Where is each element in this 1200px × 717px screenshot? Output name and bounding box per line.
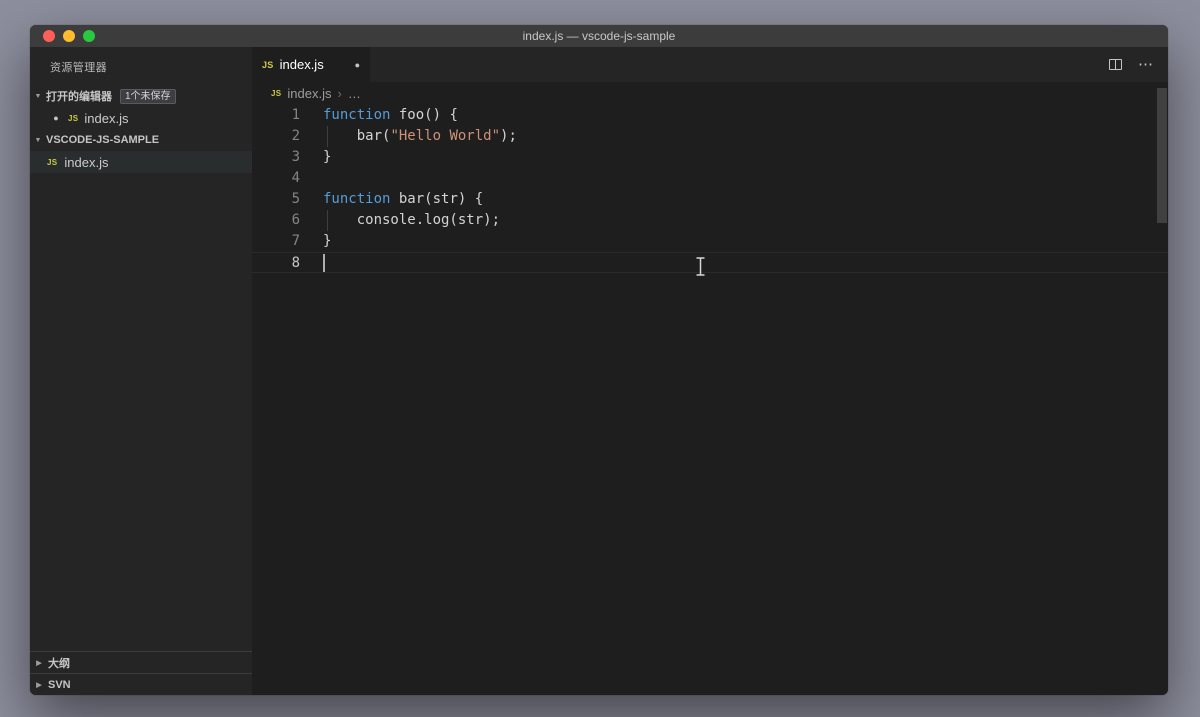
- line-content[interactable]: }: [323, 147, 1168, 168]
- vscode-window: index.js — vscode-js-sample 资源管理器 ▼ 打开的编…: [30, 25, 1168, 695]
- code-editor[interactable]: 1 function foo() {2 bar("Hello World"); 3}…: [252, 104, 1168, 695]
- indent-guide: [327, 210, 328, 231]
- more-actions-icon[interactable]: ⋯: [1138, 57, 1153, 72]
- open-editors-header[interactable]: ▼ 打开的编辑器 1个未保存: [30, 85, 252, 107]
- chevron-right-icon: ▶: [36, 681, 42, 689]
- text-cursor: [323, 254, 325, 272]
- line-number: 4: [291, 170, 300, 186]
- js-file-icon: JS: [47, 157, 58, 167]
- code-line[interactable]: 2 bar("Hello World");: [252, 126, 1168, 147]
- code-line[interactable]: 1 function foo() {: [252, 105, 1168, 126]
- line-number: 1: [291, 107, 300, 123]
- chevron-down-icon: ▼: [34, 136, 42, 144]
- code-token: foo() {: [390, 107, 458, 123]
- vertical-scrollbar[interactable]: [1157, 88, 1167, 223]
- js-file-icon: JS: [271, 88, 282, 98]
- file-item-label: index.js: [64, 154, 109, 170]
- line-content[interactable]: [323, 168, 1168, 189]
- breadcrumb-symbol[interactable]: …: [348, 86, 361, 101]
- svn-panel-label: SVN: [48, 678, 71, 691]
- breadcrumb-file[interactable]: index.js: [287, 86, 331, 101]
- code-line[interactable]: 8: [252, 252, 1168, 273]
- window-title: index.js — vscode-js-sample: [522, 29, 676, 43]
- code-token: );: [500, 128, 517, 144]
- line-content[interactable]: console.log(str);: [323, 210, 1168, 231]
- code-token: }: [323, 233, 332, 249]
- line-content[interactable]: function foo() {: [323, 105, 1168, 126]
- svn-panel-header[interactable]: ▶ SVN: [30, 673, 252, 695]
- close-window-button[interactable]: [43, 30, 55, 42]
- line-number: 2: [291, 128, 300, 144]
- line-number: 7: [291, 233, 300, 249]
- titlebar[interactable]: index.js — vscode-js-sample: [30, 25, 1168, 47]
- chevron-right-icon: ▶: [36, 659, 42, 667]
- sidebar-explorer: 资源管理器 ▼ 打开的编辑器 1个未保存 ● JS index.js ▼ VSC…: [30, 47, 252, 695]
- code-line[interactable]: 5 function bar(str) {: [252, 189, 1168, 210]
- chevron-right-icon: ›: [337, 85, 342, 101]
- tab-bar: JS index.js ● ⋯: [252, 47, 1168, 82]
- editor-group: JS index.js ● ⋯ JS index.js › … 1 functi…: [252, 47, 1168, 695]
- workbench: 资源管理器 ▼ 打开的编辑器 1个未保存 ● JS index.js ▼ VSC…: [30, 47, 1168, 695]
- js-file-icon: JS: [262, 59, 274, 70]
- code-token: }: [323, 149, 332, 165]
- explorer-title: 资源管理器: [50, 62, 107, 74]
- line-number: 3: [291, 149, 300, 165]
- folder-section-header[interactable]: ▼ VSCODE-JS-SAMPLE: [30, 129, 252, 151]
- tab-indexjs[interactable]: JS index.js ●: [252, 47, 370, 82]
- unsaved-count-badge: 1个未保存: [120, 88, 176, 104]
- desktop: index.js — vscode-js-sample 资源管理器 ▼ 打开的编…: [0, 0, 1200, 717]
- split-editor-icon[interactable]: [1109, 59, 1122, 70]
- modified-dot-icon: ●: [53, 113, 59, 123]
- breadcrumb[interactable]: JS index.js › …: [252, 82, 1168, 104]
- chevron-down-icon: ▼: [34, 92, 42, 100]
- code-line[interactable]: 6 console.log(str);: [252, 210, 1168, 231]
- line-content[interactable]: [323, 253, 1168, 272]
- file-item-indexjs[interactable]: JS index.js: [30, 151, 252, 173]
- zoom-window-button[interactable]: [83, 30, 95, 42]
- minimize-window-button[interactable]: [63, 30, 75, 42]
- line-number: 5: [291, 191, 300, 207]
- open-editors-label: 打开的编辑器: [46, 91, 112, 103]
- code-line[interactable]: 7}: [252, 231, 1168, 252]
- outline-panel-label: 大纲: [48, 657, 70, 670]
- outline-panel-header[interactable]: ▶ 大纲: [30, 651, 252, 673]
- code-line[interactable]: 4: [252, 168, 1168, 189]
- line-content[interactable]: bar("Hello World");: [323, 126, 1168, 147]
- code-token: "Hello World": [390, 128, 501, 144]
- code-token: function: [323, 191, 391, 207]
- line-number: 6: [291, 212, 300, 228]
- line-content[interactable]: }: [323, 231, 1168, 252]
- open-editor-item-label: index.js: [84, 110, 129, 126]
- open-editor-item-indexjs[interactable]: ● JS index.js: [30, 107, 252, 129]
- code-token: bar(: [323, 128, 391, 144]
- line-content[interactable]: function bar(str) {: [323, 189, 1168, 210]
- js-file-icon: JS: [68, 113, 79, 123]
- code-token: console.log(str);: [323, 212, 501, 228]
- folder-section-label: VSCODE-JS-SAMPLE: [46, 134, 160, 146]
- line-number: 8: [291, 255, 300, 271]
- code-lines: 1 function foo() {2 bar("Hello World"); 3}…: [252, 105, 1168, 273]
- editor-actions: ⋯: [1109, 47, 1168, 82]
- code-token: bar(str) {: [390, 191, 484, 207]
- modified-dot-icon[interactable]: ●: [355, 60, 360, 70]
- code-line[interactable]: 3}: [252, 147, 1168, 168]
- traffic-lights: [43, 30, 95, 42]
- indent-guide: [327, 126, 328, 147]
- code-token: function: [323, 107, 391, 123]
- tab-label: index.js: [279, 57, 324, 72]
